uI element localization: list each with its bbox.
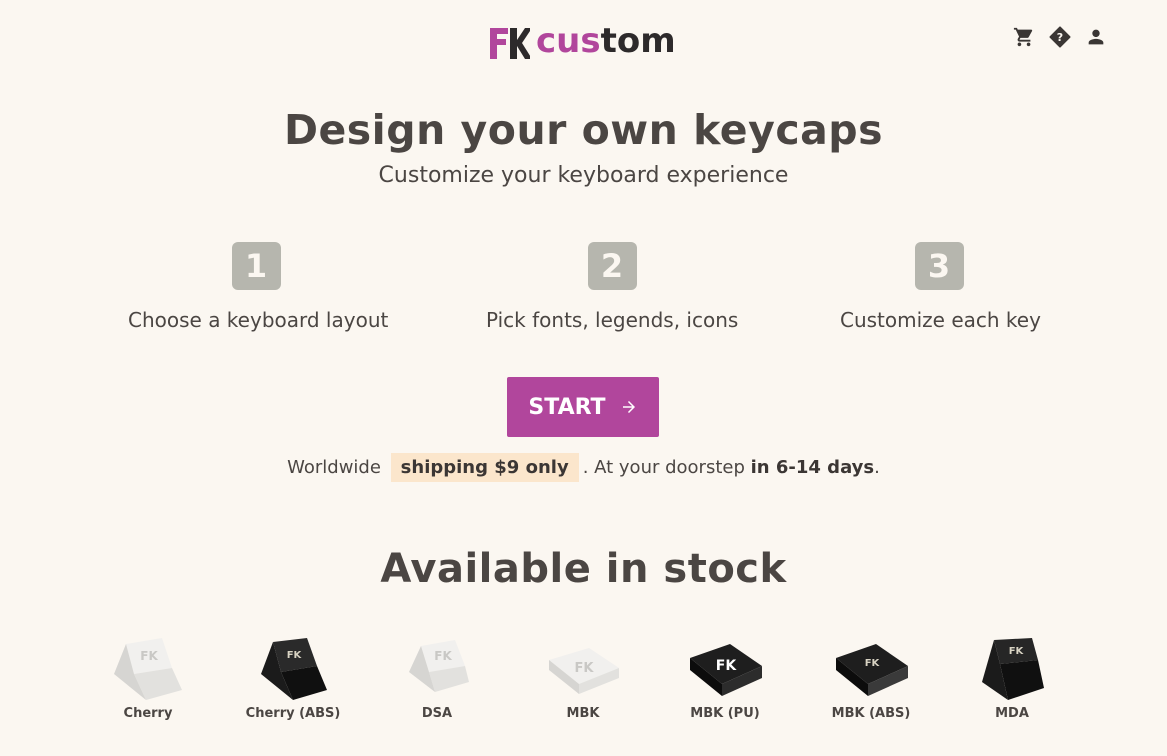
step-label: Choose a keyboard layout <box>128 308 389 332</box>
product-name: MBK (ABS) <box>831 706 911 721</box>
product-name: MBK <box>566 706 600 721</box>
step-1: 1 Choose a keyboard layout <box>128 242 389 332</box>
arrow-right-icon <box>622 401 635 413</box>
product-card-mbk-abs[interactable]: FK MBK (ABS) <box>811 636 931 721</box>
section-title-in-stock: Available in stock <box>380 546 787 592</box>
svg-text:FK: FK <box>287 650 303 661</box>
product-name: Cherry <box>123 706 173 721</box>
start-button-label: START <box>528 394 606 420</box>
product-card-mbk[interactable]: FK MBK <box>523 636 643 721</box>
product-card-cherry[interactable]: FK Cherry <box>88 636 208 721</box>
svg-text:?: ? <box>1057 31 1063 44</box>
page-title: Design your own keycaps <box>283 106 884 154</box>
account-icon[interactable] <box>1085 26 1107 48</box>
logo-text-part1: cus <box>536 21 601 61</box>
cart-icon[interactable] <box>1013 26 1035 48</box>
logo-mark-icon <box>490 28 530 59</box>
step-2: 2 Pick fonts, legends, icons <box>486 242 738 332</box>
header-icons: ? <box>1013 26 1107 48</box>
svg-text:FK: FK <box>434 649 452 663</box>
keycap-white-icon: FK <box>114 638 182 700</box>
header: custom ? <box>0 0 1167 90</box>
keycap-white-icon: FK <box>409 640 469 692</box>
svg-text:FK: FK <box>716 658 738 674</box>
step-label: Pick fonts, legends, icons <box>486 308 739 332</box>
product-card-dsa[interactable]: FK DSA <box>377 636 497 721</box>
help-icon[interactable]: ? <box>1049 26 1071 48</box>
svg-text:FK: FK <box>575 661 595 676</box>
keycap-black-icon: FK <box>690 644 762 696</box>
site-logo[interactable]: custom <box>488 23 676 61</box>
shipping-days: in 6-14 days <box>750 457 875 478</box>
step-3: 3 Customize each key <box>840 242 1041 332</box>
shipping-price-highlight: shipping $9 only <box>390 453 579 482</box>
logo-text: custom <box>536 23 676 59</box>
keycap-white-icon: FK <box>549 648 619 694</box>
shipping-prefix: Worldwide <box>287 457 381 478</box>
product-card-mbk-pu[interactable]: FK MBK (PU) <box>665 636 785 721</box>
step-label: Customize each key <box>840 308 1041 332</box>
step-number-badge: 3 <box>914 242 964 290</box>
keycap-black-icon: FK <box>261 638 327 700</box>
step-number-badge: 2 <box>587 242 637 290</box>
keycap-black-icon: FK <box>836 644 908 696</box>
svg-text:FK: FK <box>865 658 881 669</box>
svg-text:FK: FK <box>140 649 158 663</box>
shipping-info: Worldwide shipping $9 only. At your door… <box>0 452 1167 484</box>
step-number-badge: 1 <box>231 242 281 290</box>
start-button[interactable]: START <box>507 377 659 437</box>
shipping-middle: . At your doorstep <box>582 457 745 478</box>
product-name: MBK (PU) <box>690 706 760 721</box>
svg-text:FK: FK <box>1009 646 1025 657</box>
product-card-cherry-abs[interactable]: FK Cherry (ABS) <box>233 636 353 721</box>
product-name: MDA <box>995 706 1029 721</box>
page-subtitle: Customize your keyboard experience <box>378 163 789 188</box>
shipping-suffix: . <box>874 457 880 478</box>
logo-text-part2: tom <box>600 21 676 61</box>
product-card-mda[interactable]: FK MDA <box>952 636 1072 721</box>
product-name: DSA <box>421 706 453 721</box>
product-name: Cherry (ABS) <box>245 706 341 721</box>
keycap-black-icon: FK <box>982 638 1044 700</box>
